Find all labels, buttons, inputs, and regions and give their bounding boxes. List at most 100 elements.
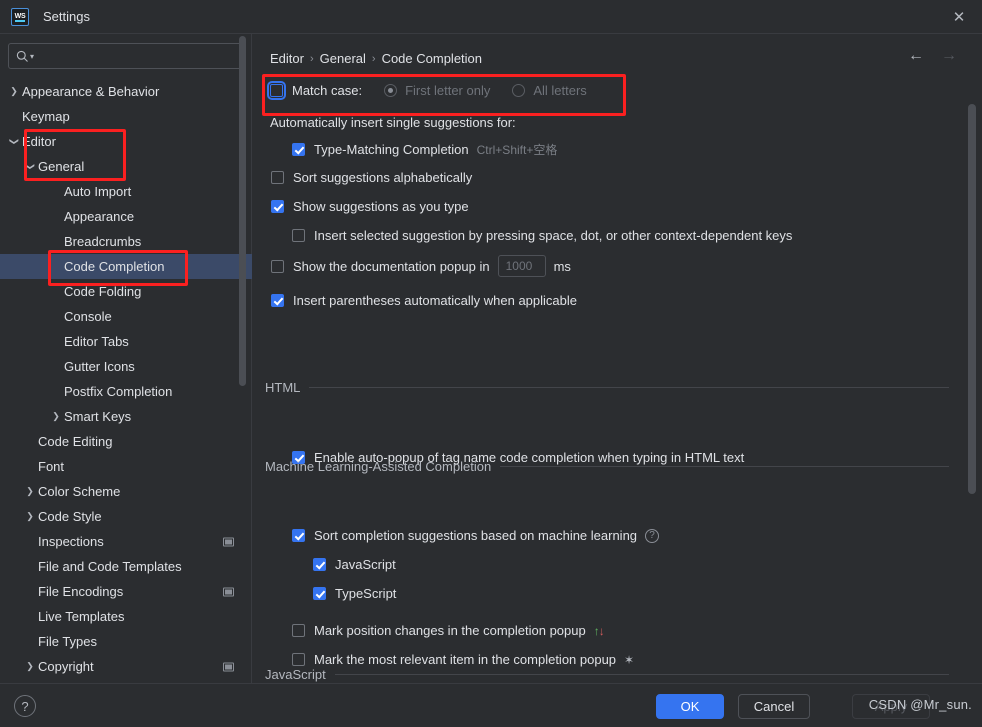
chevron-right-icon[interactable]: ❯ — [22, 661, 38, 672]
content-scrollbar-thumb[interactable] — [968, 104, 976, 494]
section-ml: Machine Learning-Assisted Completion — [265, 459, 949, 474]
sidebar-item-code-folding[interactable]: Code Folding — [0, 279, 252, 304]
chevron-right-icon[interactable]: ❯ — [22, 486, 38, 497]
mark-position-row[interactable]: Mark position changes in the completion … — [292, 623, 605, 638]
radio-first-letter-only[interactable] — [384, 84, 398, 97]
sidebar-item-file-and-code-templates[interactable]: File and Code Templates — [0, 554, 252, 579]
doc-popup-checkbox[interactable] — [271, 259, 284, 273]
chevron-right-icon[interactable]: ❯ — [22, 511, 38, 522]
sidebar-item-live-templates[interactable]: Live Templates — [0, 604, 252, 629]
match-case-radio-all-letters[interactable]: All letters — [512, 83, 587, 98]
content-scrollbar-track[interactable] — [968, 74, 979, 683]
type-matching-completion-checkbox[interactable] — [292, 143, 305, 156]
sidebar-item-code-editing[interactable]: Code Editing — [0, 429, 252, 454]
type-matching-completion-row[interactable]: Type-Matching Completion Ctrl+Shift+空格 — [292, 141, 557, 158]
settings-dialog: WS Settings ✕ ▾ ❯ Appearance & Behavior Ke… — [0, 0, 982, 727]
ml-typescript-row[interactable]: TypeScript — [313, 586, 396, 601]
show-as-you-type-label: Show suggestions as you type — [293, 199, 469, 214]
ml-sort-row[interactable]: Sort completion suggestions based on mac… — [292, 528, 660, 543]
match-case-radio-first-letter[interactable]: First letter only — [384, 83, 490, 98]
sidebar-item-copyright[interactable]: ❯ Copyright — [0, 654, 252, 679]
sidebar-item-keymap[interactable]: Keymap — [0, 104, 252, 129]
options-panel: Match case: First letter only All letter… — [253, 74, 982, 683]
section-ml-divider — [500, 466, 949, 467]
sidebar-item-postfix-completion[interactable]: Postfix Completion — [0, 379, 252, 404]
sidebar-item-file-encodings[interactable]: File Encodings — [0, 579, 252, 604]
ml-sort-help-icon[interactable]: ? — [645, 528, 660, 543]
ml-typescript-checkbox[interactable] — [313, 587, 326, 600]
doc-popup-delay-input[interactable]: 1000 — [497, 255, 546, 277]
sidebar-item-label: File and Code Templates — [38, 559, 182, 574]
insert-parentheses-label: Insert parentheses automatically when ap… — [293, 293, 578, 308]
dialog-footer: ? OK Cancel Apply — [0, 683, 982, 727]
sidebar-item-color-scheme[interactable]: ❯ Color Scheme — [0, 479, 252, 504]
sidebar-scrollbar-track[interactable] — [239, 34, 249, 638]
sidebar-item-inspections[interactable]: Inspections — [0, 529, 252, 554]
chevron-down-icon[interactable]: ❯ — [9, 134, 20, 150]
sort-alphabetically-row[interactable]: Sort suggestions alphabetically — [271, 170, 472, 185]
sidebar-item-code-style[interactable]: ❯ Code Style — [0, 504, 252, 529]
sidebar-item-appearance-behavior[interactable]: ❯ Appearance & Behavior — [0, 79, 252, 104]
chevron-down-icon[interactable]: ❯ — [25, 159, 36, 175]
search-dropdown-icon[interactable]: ▾ — [30, 52, 34, 61]
sidebar-item-smart-keys[interactable]: ❯ Smart Keys — [0, 404, 252, 429]
mark-relevant-checkbox[interactable] — [292, 653, 305, 666]
show-as-you-type-checkbox[interactable] — [271, 200, 284, 213]
chevron-right-icon[interactable]: ❯ — [48, 411, 64, 422]
cancel-button[interactable]: Cancel — [738, 694, 810, 719]
match-case-row: Match case: First letter only All letter… — [267, 81, 587, 100]
sidebar-item-gutter-icons[interactable]: Gutter Icons — [0, 354, 252, 379]
radio-all-letters[interactable] — [512, 84, 526, 97]
breadcrumb-item-code-completion[interactable]: Code Completion — [382, 51, 482, 66]
sidebar-item-label: General — [38, 159, 85, 174]
search-box[interactable]: ▾ — [8, 43, 243, 69]
ml-sort-checkbox[interactable] — [292, 529, 305, 542]
sidebar-item-code-completion[interactable]: Code Completion — [0, 254, 252, 279]
sidebar-item-font[interactable]: Font — [0, 454, 252, 479]
sidebar-item-label: Appearance & Behavior — [22, 84, 160, 99]
ok-button[interactable]: OK — [656, 694, 724, 719]
sidebar-item-editor-tabs[interactable]: Editor Tabs — [0, 329, 252, 354]
nav-forward-icon[interactable]: → — [941, 48, 957, 64]
insert-parentheses-checkbox[interactable] — [271, 294, 284, 307]
insert-selected-suggestion-row[interactable]: Insert selected suggestion by pressing s… — [292, 228, 792, 243]
insert-selected-suggestion-checkbox[interactable] — [292, 229, 305, 242]
sidebar-scrollbar-thumb[interactable] — [239, 36, 246, 386]
insert-parentheses-row[interactable]: Insert parentheses automatically when ap… — [271, 293, 577, 308]
breadcrumb-item-editor[interactable]: Editor — [270, 51, 304, 66]
search-input[interactable] — [38, 48, 235, 64]
mark-position-checkbox[interactable] — [292, 624, 305, 637]
sidebar-item-label: File Encodings — [38, 584, 124, 599]
window-title: Settings — [43, 9, 90, 24]
show-as-you-type-row[interactable]: Show suggestions as you type — [271, 199, 469, 214]
nav-arrows: ← → — [908, 48, 957, 64]
sidebar-item-editor[interactable]: ❯ Editor — [0, 129, 252, 154]
sidebar-item-appearance[interactable]: Appearance — [0, 204, 252, 229]
sidebar-item-label: Console — [64, 309, 112, 324]
doc-popup-row[interactable]: Show the documentation popup in 1000 ms — [271, 255, 571, 277]
sidebar-item-label: Code Editing — [38, 434, 113, 449]
section-javascript-divider — [334, 674, 949, 675]
mark-relevant-label: Mark the most relevant item in the compl… — [314, 652, 617, 667]
sidebar-item-auto-import[interactable]: Auto Import — [0, 179, 252, 204]
match-case-checkbox[interactable] — [267, 81, 286, 100]
sidebar-item-breadcrumbs[interactable]: Breadcrumbs — [0, 229, 252, 254]
section-html: HTML — [265, 380, 949, 395]
project-scope-icon — [223, 537, 234, 546]
sidebar-item-label: Font — [38, 459, 65, 474]
mark-relevant-row[interactable]: Mark the most relevant item in the compl… — [292, 652, 634, 667]
sidebar-item-console[interactable]: Console — [0, 304, 252, 329]
help-icon[interactable]: ? — [14, 695, 36, 717]
sidebar-item-file-types[interactable]: File Types — [0, 629, 252, 654]
sidebar-item-label: File Types — [38, 634, 98, 649]
ml-javascript-checkbox[interactable] — [313, 558, 326, 571]
nav-back-icon[interactable]: ← — [908, 48, 924, 64]
breadcrumb-item-general[interactable]: General — [320, 51, 366, 66]
sidebar-item-general[interactable]: ❯ General — [0, 154, 252, 179]
sidebar-item-label: Live Templates — [38, 609, 125, 624]
sort-alphabetically-checkbox[interactable] — [271, 171, 284, 184]
chevron-right-icon[interactable]: ❯ — [6, 86, 22, 97]
close-icon[interactable]: ✕ — [936, 0, 982, 34]
ml-javascript-row[interactable]: JavaScript — [313, 557, 396, 572]
apply-button[interactable]: Apply — [852, 694, 930, 719]
